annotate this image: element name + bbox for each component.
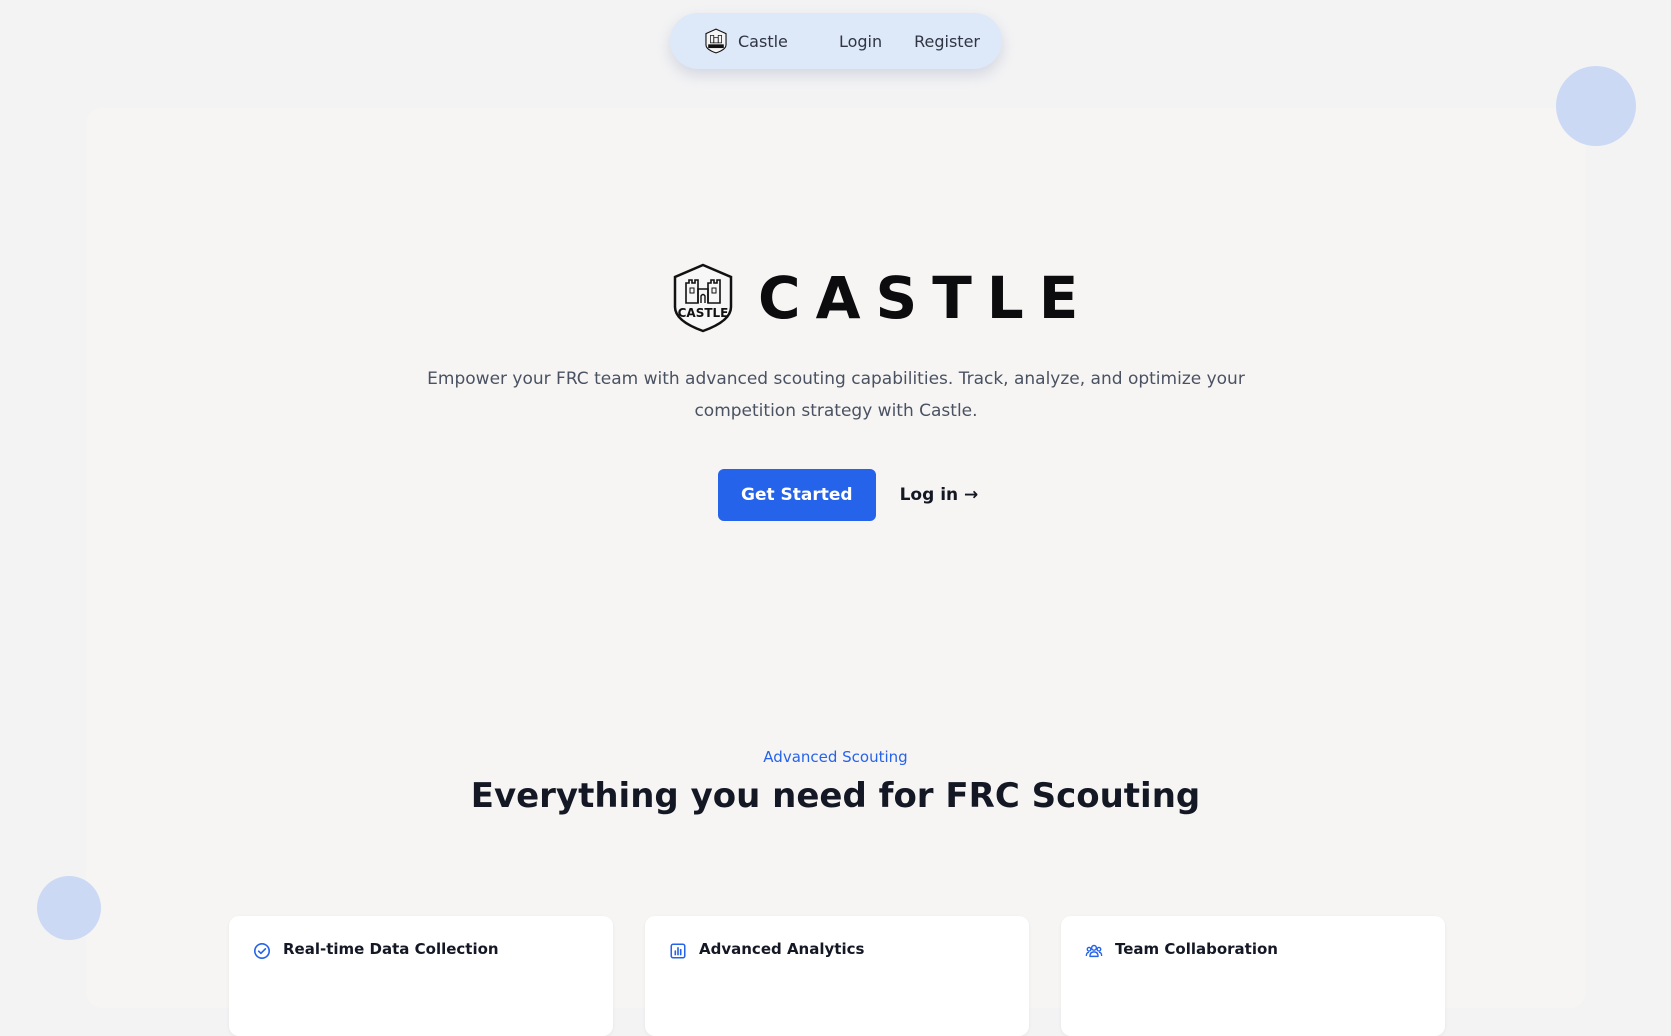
hero-logo-text: CASTLE (678, 306, 729, 320)
castle-shield-icon (705, 28, 727, 54)
castle-shield-icon: CASTLE (673, 263, 733, 333)
feature-cards: Real-time Data Collection Advanced Analy… (229, 916, 1445, 1036)
users-icon (1085, 944, 1103, 958)
nav-brand-label: Castle (738, 31, 788, 51)
top-navbar: Castle Login Register (670, 13, 1002, 69)
hero-panel (86, 108, 1586, 1008)
nav-register-link[interactable]: Register (914, 32, 980, 51)
nav-brand-link[interactable]: Castle (704, 28, 788, 54)
nav-login-link[interactable]: Login (839, 32, 882, 51)
section-title: Everything you need for FRC Scouting (470, 776, 1201, 816)
feature-card-title: Advanced Analytics (699, 940, 865, 958)
hero-description: Empower your FRC team with advanced scou… (427, 369, 1245, 421)
hero-wordmark: CASTLE (758, 264, 1094, 332)
feature-card-realtime: Real-time Data Collection (229, 916, 613, 1036)
feature-card-collaboration: Team Collaboration (1061, 916, 1445, 1036)
hero-brand: CASTLE CASTLE (672, 263, 1093, 333)
bar-chart-icon (670, 943, 686, 959)
decorative-circle-bottom-left (37, 876, 101, 940)
feature-card-title: Team Collaboration (1115, 940, 1278, 958)
nav-links: Login Register (839, 32, 980, 51)
get-started-button[interactable]: Get Started (718, 469, 876, 521)
check-circle-icon (253, 942, 271, 960)
feature-card-analytics: Advanced Analytics (645, 916, 1029, 1036)
login-link[interactable]: Log in → (900, 485, 979, 505)
feature-card-title: Real-time Data Collection (283, 940, 499, 958)
section-eyebrow: Advanced Scouting (763, 748, 908, 766)
decorative-circle-top-right (1556, 66, 1636, 146)
hero-actions: Get Started Log in → (718, 469, 978, 521)
